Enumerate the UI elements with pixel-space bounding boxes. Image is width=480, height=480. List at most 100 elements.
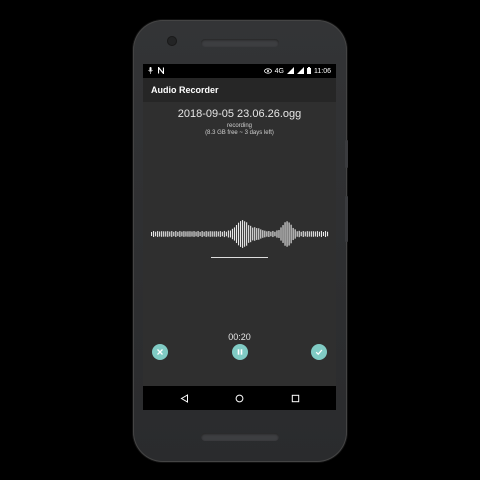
waveform-bar bbox=[227, 230, 229, 238]
waveform-bar bbox=[268, 231, 270, 237]
front-camera bbox=[167, 36, 177, 46]
waveform-bar bbox=[231, 228, 234, 240]
waveform-bar bbox=[179, 231, 181, 237]
waveform-bar bbox=[298, 230, 300, 238]
waveform-bar bbox=[244, 221, 246, 247]
battery-icon bbox=[307, 67, 311, 76]
waveform-bar bbox=[217, 231, 219, 237]
clock: 11:06 bbox=[314, 67, 331, 75]
recording-filename: 2018-09-05 23.06.26.ogg bbox=[177, 108, 302, 120]
waveform-bar bbox=[242, 220, 244, 248]
pause-icon bbox=[237, 349, 243, 355]
waveform-bar bbox=[284, 222, 286, 246]
waveform-bar bbox=[199, 231, 201, 237]
waveform-bar bbox=[290, 224, 292, 244]
waveform-bar bbox=[237, 222, 240, 246]
waveform-bar bbox=[189, 231, 191, 237]
waveform-bar bbox=[205, 231, 207, 237]
recording-timer: 00:20 bbox=[228, 332, 251, 342]
mic-icon bbox=[148, 67, 153, 76]
signal-icon bbox=[287, 67, 294, 76]
cancel-button[interactable] bbox=[152, 344, 168, 360]
home-button[interactable] bbox=[233, 392, 245, 404]
waveform-bar bbox=[211, 231, 213, 237]
waveform bbox=[151, 220, 329, 248]
notification-n-icon bbox=[157, 65, 165, 76]
waveform-bar bbox=[316, 231, 318, 237]
waveform-bar bbox=[185, 231, 187, 237]
waveform-bar bbox=[157, 231, 159, 237]
waveform-bar bbox=[181, 231, 183, 237]
waveform-bar bbox=[183, 231, 185, 237]
status-bar: 4G 11:06 bbox=[143, 64, 336, 78]
recording-state: recording bbox=[226, 123, 252, 129]
done-button[interactable] bbox=[311, 344, 327, 360]
waveform-bar bbox=[175, 231, 177, 237]
waveform-bar bbox=[308, 231, 310, 237]
network-label: 4G bbox=[274, 67, 284, 75]
waveform-bar bbox=[260, 229, 262, 239]
waveform-bar bbox=[213, 231, 215, 237]
waveform-bar bbox=[191, 231, 193, 237]
waveform-bar bbox=[171, 231, 173, 237]
waveform-bar bbox=[223, 230, 225, 238]
storage-info: (8.3 GB free ~ 3 days left) bbox=[205, 130, 274, 136]
waveform-bar bbox=[235, 224, 238, 244]
waveform-bar bbox=[209, 231, 211, 237]
wifi-icon bbox=[297, 67, 304, 76]
waveform-bar bbox=[197, 231, 199, 237]
waveform-bar bbox=[274, 231, 276, 237]
position-bar[interactable] bbox=[211, 257, 268, 258]
waveform-bar bbox=[326, 231, 329, 237]
waveform-bar bbox=[252, 227, 254, 241]
screen: 4G 11:06 Audio Recorder 2018-09-05 23.06… bbox=[143, 64, 336, 410]
waveform-bar bbox=[310, 231, 312, 237]
waveform-bar bbox=[258, 228, 260, 240]
volume-button[interactable] bbox=[345, 196, 348, 242]
waveform-bar bbox=[262, 230, 264, 238]
waveform-bar bbox=[219, 231, 221, 237]
waveform-bar bbox=[161, 231, 163, 237]
waveform-bar bbox=[300, 231, 302, 237]
waveform-bar bbox=[312, 231, 314, 237]
waveform-bar bbox=[246, 222, 248, 246]
waveform-bar bbox=[270, 231, 272, 237]
waveform-bar bbox=[177, 231, 179, 237]
waveform-bar bbox=[215, 231, 217, 237]
recents-button[interactable] bbox=[289, 392, 301, 404]
waveform-bar bbox=[151, 232, 153, 236]
waveform-bar bbox=[229, 230, 231, 238]
waveform-bar bbox=[254, 227, 256, 241]
waveform-bar bbox=[250, 225, 252, 243]
waveform-bar bbox=[324, 231, 327, 237]
app-bar: Audio Recorder bbox=[143, 78, 336, 102]
waveform-bar bbox=[153, 231, 155, 237]
home-icon bbox=[235, 394, 243, 402]
waveform-bar bbox=[322, 231, 325, 237]
waveform-bar bbox=[169, 231, 171, 237]
waveform-bar bbox=[288, 222, 290, 246]
back-button[interactable] bbox=[178, 392, 190, 404]
app-title: Audio Recorder bbox=[151, 85, 219, 95]
waveform-bar bbox=[318, 231, 320, 237]
waveform-bar bbox=[207, 231, 209, 237]
waveform-bar bbox=[187, 231, 189, 237]
waveform-bar bbox=[266, 231, 268, 237]
waveform-bar bbox=[159, 231, 161, 237]
waveform-bar bbox=[221, 231, 223, 237]
earpiece-speaker bbox=[201, 39, 279, 47]
waveform-bar bbox=[155, 231, 157, 237]
waveform-bar bbox=[165, 231, 167, 237]
waveform-bar bbox=[314, 231, 316, 237]
navigation-bar bbox=[143, 386, 336, 410]
power-button[interactable] bbox=[345, 140, 348, 168]
recents-icon bbox=[291, 394, 299, 402]
waveform-bar bbox=[264, 230, 266, 238]
back-icon bbox=[180, 393, 188, 403]
waveform-bar bbox=[233, 227, 236, 241]
pause-button[interactable] bbox=[232, 344, 248, 360]
waveform-bar bbox=[163, 231, 165, 237]
waveform-bar bbox=[195, 231, 197, 237]
waveform-bar bbox=[240, 221, 242, 247]
waveform-bar bbox=[304, 231, 306, 237]
